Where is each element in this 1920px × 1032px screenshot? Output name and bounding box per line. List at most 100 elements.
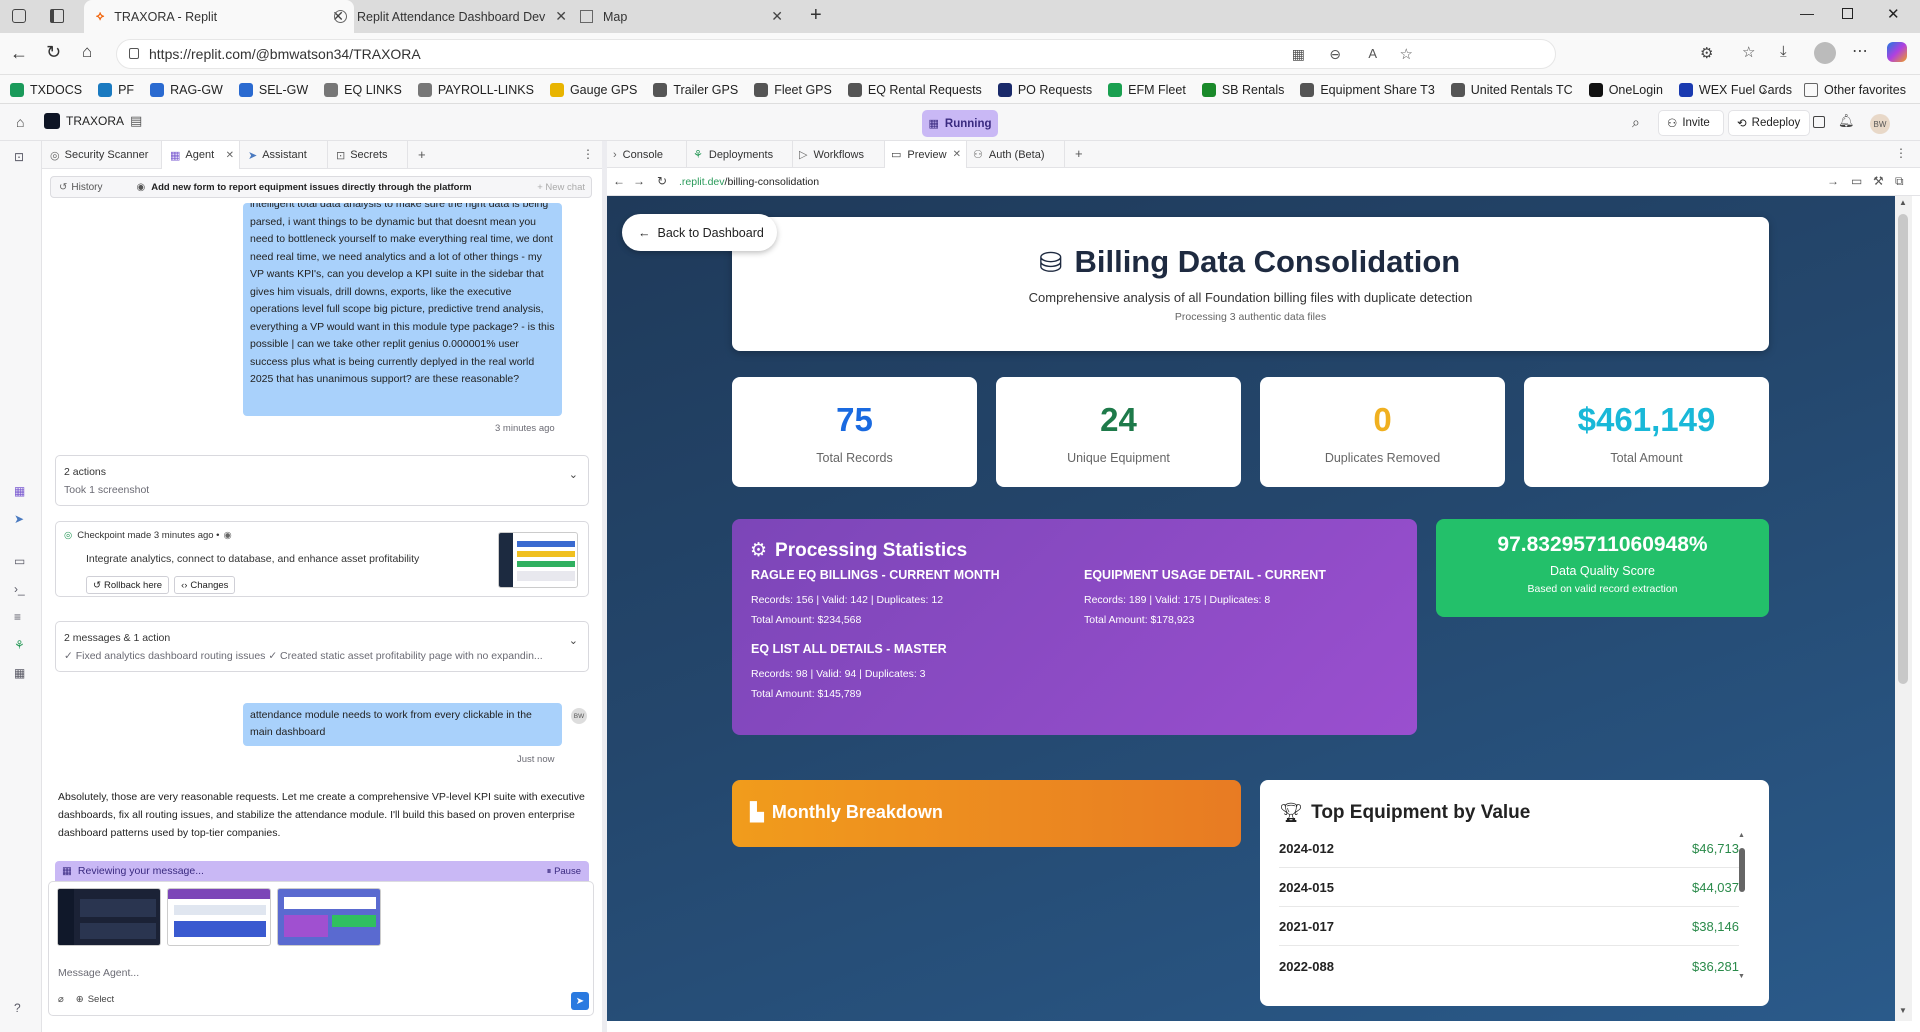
browser-tab-map[interactable]: Map ✕ [568,0,793,33]
tab-secrets[interactable]: ⊡ Secrets [328,141,408,169]
extensions-icon[interactable]: ⚙ [1700,44,1713,62]
scroll-down-icon[interactable]: ▼ [1738,973,1745,980]
tab-agent[interactable]: ▦ Agent ✕ [162,141,240,169]
attachment-thumbnail[interactable] [57,888,161,946]
bookmark-item[interactable]: SEL-GW [238,75,308,104]
database-icon[interactable]: ≡ [14,610,28,624]
zoom-icon[interactable]: ⊖ [1329,46,1341,63]
send-button[interactable]: ➤ [571,992,589,1010]
browser-tab-traxora[interactable]: ⟡ TRAXORA - Replit ✕ [84,0,354,33]
app-available-icon[interactable]: ▦ [1292,46,1305,63]
bookmark-item[interactable]: SB Rentals [1201,75,1284,104]
restore-icon[interactable] [1842,8,1853,19]
devtools-icon[interactable]: ⚒ [1873,174,1884,188]
close-tab-icon[interactable]: ✕ [555,8,567,25]
deploy-status-icon[interactable] [1813,116,1825,128]
run-status-button[interactable]: ▦ Running [922,110,998,137]
tab-deployments[interactable]: ⚘ Deployments [687,141,793,168]
devices-icon[interactable]: ▭ [1851,174,1862,188]
bookmark-item[interactable]: Equipment Share T3 [1300,75,1435,104]
bookmark-item[interactable]: PF [98,75,134,104]
run-icon[interactable]: ➤ [14,512,28,526]
close-tab-icon[interactable]: ✕ [953,149,961,160]
bookmark-item[interactable]: WEX Fuel Cards [1678,75,1792,104]
reload-icon[interactable]: ↻ [657,174,667,188]
deploy-icon[interactable]: ⚘ [14,638,28,652]
attachment-thumbnail[interactable] [167,888,271,946]
new-tab-icon[interactable]: + [810,4,822,27]
equipment-row[interactable]: 2024-015 $44,037 [1279,869,1739,907]
equipment-row[interactable]: 2021-017 $38,146 [1279,908,1739,946]
go-icon[interactable]: → [1827,174,1839,188]
back-to-dashboard-button[interactable]: ← Back to Dashboard [622,214,777,251]
close-tab-icon[interactable]: ✕ [226,150,234,161]
help-icon[interactable]: ? [14,1001,28,1015]
home-icon[interactable]: ⌂ [82,42,92,62]
message-input[interactable]: Message Agent... [58,967,139,979]
select-button[interactable]: Select [88,994,114,1005]
attach-icon[interactable]: ⌀ [58,994,64,1005]
back-icon[interactable]: ← [613,174,625,188]
all-tools-icon[interactable]: ▦ [14,666,28,680]
chevron-down-icon[interactable]: ⌄ [569,634,578,647]
attachment-thumbnail[interactable] [277,888,381,946]
preview-icon[interactable]: ▭ [14,554,28,568]
pane-menu-icon[interactable]: ⋮ [582,147,594,161]
preview-scrollbar[interactable]: ▲ ▼ [1895,196,1912,1021]
actions-card[interactable]: 2 actions Took 1 screenshot ⌄ [55,455,589,506]
other-favorites[interactable]: Other favorites [1804,75,1906,104]
project-title[interactable]: TRAXORA [44,113,124,129]
bookmark-item[interactable]: Fleet GPS [754,75,832,104]
profile-avatar[interactable] [1814,42,1836,64]
tab-workflows[interactable]: ▷ Workflows [793,141,885,168]
favorite-star-icon[interactable]: ☆ [1400,45,1413,63]
history-button[interactable]: History [71,182,102,193]
scroll-up-icon[interactable]: ▲ [1899,198,1907,207]
bookmark-item[interactable]: PO Requests [997,75,1092,104]
list-scrollbar[interactable]: ▲ ▼ [1738,832,1746,984]
browser-tab-attendance[interactable]: Replit Attendance Dashboard Dev ✕ [322,0,567,33]
bookmark-item[interactable]: Trailer GPS [653,75,738,104]
copilot-icon[interactable] [1887,42,1907,62]
new-chat-button[interactable]: + New chat [537,182,585,193]
tab-console[interactable]: › Console [607,141,687,168]
apps-icon[interactable]: ▦ [14,484,28,498]
tab-assistant[interactable]: ➤ Assistant [240,141,328,169]
minimize-icon[interactable]: — [1800,5,1814,21]
address-input[interactable]: https://replit.com/@bmwatson34/TRAXORA ▦… [116,39,1556,69]
checkpoint-thumbnail[interactable] [498,532,578,588]
invite-button[interactable]: ⚇ Invite [1658,110,1724,136]
list-scrollbar-thumb[interactable] [1739,848,1745,892]
bookmark-item[interactable]: OneLogin [1588,75,1663,104]
changes-button[interactable]: ‹› Changes [174,576,236,594]
redeploy-button[interactable]: ⟲ Redeploy [1728,110,1810,136]
history-icon[interactable]: ↺ [59,182,67,193]
equipment-row[interactable]: 2022-088 $36,281 [1279,947,1739,985]
forward-icon[interactable]: → [633,174,645,188]
more-bookmarks-icon[interactable]: › [1762,81,1767,97]
workspaces-icon[interactable] [12,9,26,23]
pause-button[interactable]: ⏸︎ Pause [547,866,581,877]
close-window-icon[interactable]: ✕ [1887,5,1900,23]
home-icon[interactable]: ⌂ [16,114,24,130]
chevron-down-icon[interactable]: ⌄ [569,468,578,481]
refresh-icon[interactable]: ↻ [46,42,61,63]
bookmark-item[interactable]: TXDOCS [10,75,82,104]
vertical-tabs-icon[interactable] [50,9,64,23]
add-tab-icon[interactable]: + [418,147,426,162]
back-icon[interactable]: ← [10,43,28,64]
bookmark-item[interactable]: EQ LINKS [324,75,402,104]
bookmark-item[interactable]: United Rentals TC [1450,75,1573,104]
open-new-tab-icon[interactable]: ⧉ [1895,174,1904,189]
messages-card[interactable]: 2 messages & 1 action ✓ Fixed analytics … [55,621,589,672]
user-avatar[interactable]: BW [1870,114,1890,134]
bookmark-item[interactable]: PAYROLL-LINKS [417,75,534,104]
more-menu-icon[interactable]: ⋯ [1852,41,1868,61]
pane-menu-icon[interactable]: ⋮ [1895,146,1907,160]
tab-security-scanner[interactable]: ◎ Security Scanner [42,141,162,169]
tab-preview[interactable]: ▭ Preview ✕ [885,141,967,168]
add-tab-icon[interactable]: + [1075,146,1083,161]
favorites-icon[interactable]: ☆ [1742,43,1755,61]
rollback-button[interactable]: ↺ Rollback here [86,576,170,594]
equipment-row[interactable]: 2024-012 $46,713 [1279,830,1739,868]
